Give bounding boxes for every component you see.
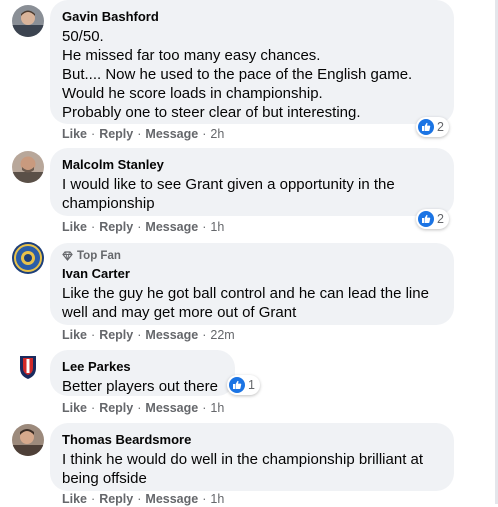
comment-text: I think he would do well in the champion… — [62, 451, 424, 487]
comment-text: 50/50. He missed far too many easy chanc… — [62, 28, 413, 121]
comment-bubble: Lee Parkes Better players out there — [50, 350, 235, 396]
reaction-count[interactable]: 1 — [227, 375, 260, 395]
comment-text: I would like to see Grant given a opport… — [62, 176, 395, 212]
message-link[interactable]: Message — [145, 328, 198, 342]
comment-bubble: Top Fan Ivan Carter Like the guy he got … — [50, 243, 454, 325]
comment-text: Like the guy he got ball control and he … — [62, 285, 429, 321]
avatar[interactable] — [12, 350, 44, 382]
reaction-number: 1 — [248, 378, 255, 392]
comment-timestamp[interactable]: 1h — [210, 220, 224, 234]
reply-link[interactable]: Reply — [99, 220, 133, 234]
like-reaction-icon — [418, 119, 434, 135]
comment-author[interactable]: Ivan Carter — [62, 265, 442, 282]
reaction-count[interactable]: 2 — [416, 117, 449, 137]
comment-bubble: Gavin Bashford 50/50. He missed far too … — [50, 0, 454, 124]
avatar[interactable] — [12, 151, 44, 183]
comment-text: Better players out there — [62, 378, 218, 395]
comment-actions: Like · Reply · Message · 22m — [62, 328, 235, 342]
comment-timestamp[interactable]: 2h — [210, 127, 224, 141]
top-fan-badge: Top Fan — [62, 249, 442, 263]
badge-label: Top Fan — [77, 250, 121, 262]
reaction-number: 2 — [437, 120, 444, 134]
avatar[interactable] — [12, 5, 44, 37]
reply-link[interactable]: Reply — [99, 127, 133, 141]
reaction-number: 2 — [437, 212, 444, 226]
like-link[interactable]: Like — [62, 328, 87, 342]
reply-link[interactable]: Reply — [99, 401, 133, 415]
comment-actions: Like · Reply · Message · 1h — [62, 401, 225, 415]
comment-actions: Like · Reply · Message · 2h — [62, 127, 225, 141]
diamond-icon — [62, 251, 73, 261]
comment-actions: Like · Reply · Message · 1h — [62, 492, 225, 506]
comment-author[interactable]: Lee Parkes — [62, 358, 223, 375]
like-link[interactable]: Like — [62, 127, 87, 141]
comment-bubble: Malcolm Stanley I would like to see Gran… — [50, 148, 454, 216]
avatar[interactable] — [12, 424, 44, 456]
message-link[interactable]: Message — [145, 401, 198, 415]
message-link[interactable]: Message — [145, 220, 198, 234]
comment-author[interactable]: Malcolm Stanley — [62, 156, 442, 173]
message-link[interactable]: Message — [145, 127, 198, 141]
like-reaction-icon — [229, 377, 245, 393]
like-link[interactable]: Like — [62, 401, 87, 415]
reaction-count[interactable]: 2 — [416, 209, 449, 229]
comment-timestamp[interactable]: 22m — [210, 328, 234, 342]
comment-actions: Like · Reply · Message · 1h — [62, 220, 225, 234]
comment-author[interactable]: Gavin Bashford — [62, 8, 442, 25]
avatar[interactable] — [12, 242, 44, 274]
reply-link[interactable]: Reply — [99, 328, 133, 342]
comment-author[interactable]: Thomas Beardsmore — [62, 431, 442, 448]
like-link[interactable]: Like — [62, 220, 87, 234]
comment-bubble: Thomas Beardsmore I think he would do we… — [50, 423, 454, 491]
like-reaction-icon — [418, 211, 434, 227]
comment-timestamp[interactable]: 1h — [210, 401, 224, 415]
